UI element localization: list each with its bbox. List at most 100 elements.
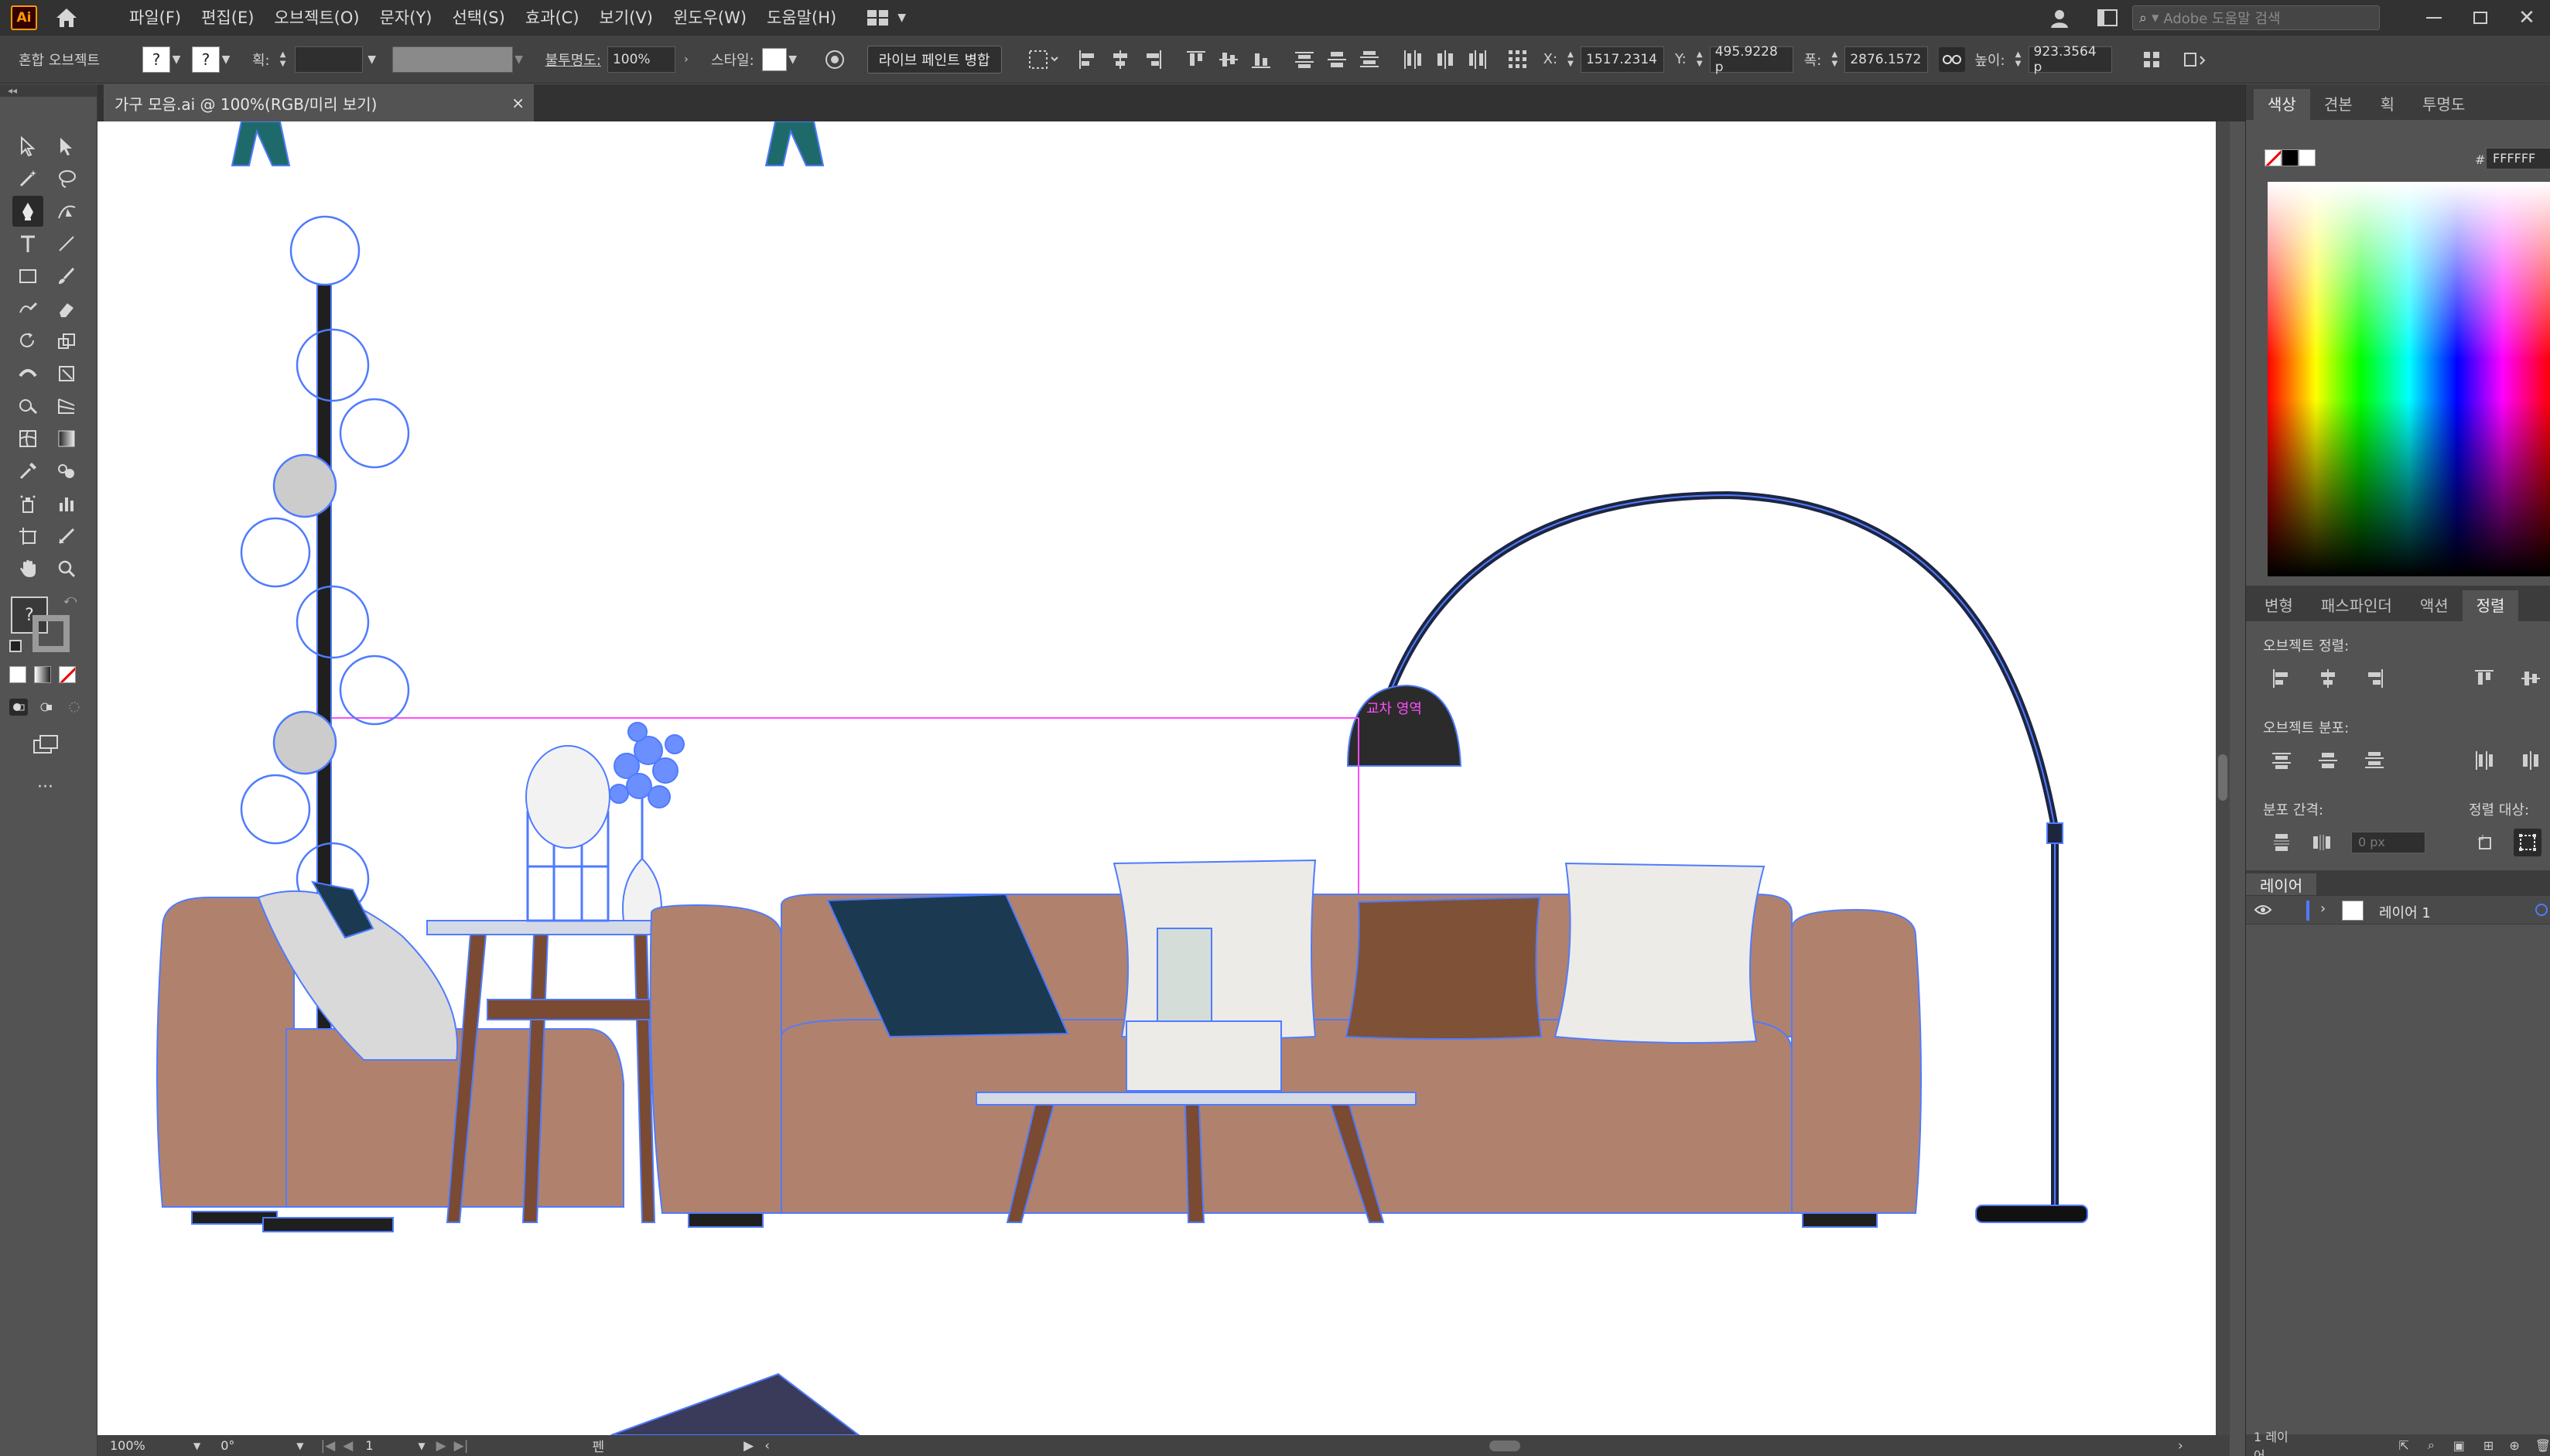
blend-tool-icon[interactable]: [51, 456, 82, 487]
opacity-field[interactable]: 100%: [607, 46, 675, 73]
help-search-box[interactable]: ⌕ ▼ Adobe 도움말 검색: [2132, 5, 2380, 30]
distribute-bottom-icon[interactable]: [1356, 46, 1383, 73]
zoom-field[interactable]: 100%: [105, 1436, 190, 1455]
stroke-stepper[interactable]: ▲ ▼: [276, 46, 290, 73]
menu-edit[interactable]: 편집(E): [191, 0, 264, 36]
x-stepper[interactable]: ▲ ▼: [1564, 46, 1578, 73]
export-icon[interactable]: ⇱: [2398, 1438, 2408, 1453]
layer-row[interactable]: › 레이어 1: [2246, 895, 2550, 925]
document-tab[interactable]: 가구 모음.ai @ 100%(RGB/미리 보기) ×: [104, 84, 534, 121]
live-paint-merge-button[interactable]: 라이브 페인트 병합: [867, 45, 1002, 73]
edit-toolbar-more[interactable]: ···: [37, 778, 53, 797]
distribute-horizontal-center-icon[interactable]: [1432, 46, 1458, 73]
panel-distribute-left-icon[interactable]: [2470, 747, 2498, 774]
recolor-artwork-icon[interactable]: [822, 47, 847, 72]
select-similar-icon[interactable]: [1028, 50, 1062, 70]
color-fill-icon[interactable]: [9, 666, 26, 683]
none-fill-icon[interactable]: [59, 666, 76, 683]
distribute-spacing-field[interactable]: 0 px: [2351, 832, 2425, 853]
pen-tool-icon[interactable]: [12, 196, 43, 227]
draw-inside-icon[interactable]: [65, 699, 84, 716]
layer-target-icon[interactable]: [2535, 904, 2548, 916]
distribute-vertical-center-icon[interactable]: [1324, 46, 1350, 73]
chevron-down-icon[interactable]: ▼: [418, 1441, 425, 1451]
menu-window[interactable]: 윈도우(W): [663, 0, 757, 36]
arrange-documents-icon[interactable]: [2092, 9, 2123, 27]
vertical-distribute-space-icon[interactable]: [2268, 829, 2295, 856]
align-to-selection-icon[interactable]: [2514, 829, 2541, 856]
new-sublayer-icon[interactable]: ⊞: [2483, 1438, 2494, 1453]
artboard[interactable]: 교차 영역: [97, 121, 2230, 1435]
direct-selection-tool-icon[interactable]: [51, 131, 82, 162]
distribute-left-icon[interactable]: [1400, 46, 1426, 73]
chevron-down-icon[interactable]: ▼: [366, 46, 378, 73]
distribute-right-icon[interactable]: [1465, 46, 1491, 73]
paintbrush-tool-icon[interactable]: [51, 261, 82, 292]
color-black-swatch[interactable]: [2282, 149, 2299, 166]
minimize-button[interactable]: [2411, 17, 2457, 19]
tab-transform[interactable]: 변형: [2251, 590, 2307, 621]
type-tool-icon[interactable]: [12, 228, 43, 259]
gradient-fill-icon[interactable]: [34, 666, 51, 683]
zoom-tool-icon[interactable]: [51, 553, 82, 584]
height-field[interactable]: 923.3564 p: [2028, 44, 2112, 75]
sofa[interactable]: [649, 859, 1922, 1228]
gradient-tool-icon[interactable]: [51, 423, 82, 454]
bottom-partial-shape[interactable]: [610, 1372, 860, 1435]
tab-swatches[interactable]: 견본: [2310, 89, 2367, 120]
align-vertical-center-icon[interactable]: [1215, 46, 1242, 73]
chevron-down-icon[interactable]: ▼: [296, 1441, 303, 1451]
eraser-tool-icon[interactable]: [51, 293, 82, 324]
menu-file[interactable]: 파일(F): [119, 0, 191, 36]
scale-tool-icon[interactable]: [51, 326, 82, 357]
close-tab-icon[interactable]: ×: [511, 94, 525, 112]
draw-behind-icon[interactable]: [37, 699, 56, 716]
hand-tool-icon[interactable]: [12, 553, 43, 584]
workspace-switcher[interactable]: ▼: [867, 9, 906, 26]
panel-distribute-bottom-icon[interactable]: [2360, 747, 2388, 774]
eyedropper-tool-icon[interactable]: [12, 456, 43, 487]
align-right-icon[interactable]: [1140, 46, 1166, 73]
chevron-down-icon[interactable]: ▼: [220, 46, 232, 73]
tab-transparency[interactable]: 투명도: [2408, 89, 2479, 120]
distribute-top-icon[interactable]: [1291, 46, 1318, 73]
y-stepper[interactable]: ▲ ▼: [1693, 46, 1707, 73]
x-field[interactable]: 1517.2314: [1581, 46, 1665, 73]
menu-help[interactable]: 도움말(H): [757, 0, 846, 36]
rotation-field[interactable]: 0°: [216, 1436, 294, 1455]
slice-tool-icon[interactable]: [51, 521, 82, 552]
panel-distribute-center-icon[interactable]: [2314, 747, 2342, 774]
lasso-tool-icon[interactable]: [51, 163, 82, 194]
tab-align[interactable]: 정렬: [2462, 590, 2519, 621]
align-horizontal-center-icon[interactable]: [1107, 46, 1133, 73]
tab-color[interactable]: 색상: [2254, 89, 2310, 120]
tab-actions[interactable]: 액션: [2406, 590, 2463, 621]
shaper-tool-icon[interactable]: [12, 293, 43, 324]
y-field[interactable]: 495.9228 p: [1709, 44, 1793, 75]
width-field[interactable]: 2876.1572: [1844, 46, 1929, 73]
locate-object-icon[interactable]: ⌕: [2428, 1437, 2435, 1453]
width-tool-icon[interactable]: [12, 358, 43, 389]
panel-align-middle-icon[interactable]: [2517, 665, 2545, 692]
align-to-key-object-icon[interactable]: [2472, 829, 2500, 856]
stroke-swatch[interactable]: ?: [192, 46, 220, 73]
rectangle-tool-icon[interactable]: [12, 261, 43, 292]
visibility-eye-icon[interactable]: [2254, 902, 2272, 921]
horizontal-scroll-thumb[interactable]: [1489, 1440, 1521, 1451]
panel-align-center-icon[interactable]: [2314, 665, 2342, 692]
selection-tool-icon[interactable]: [12, 131, 43, 162]
line-segment-tool-icon[interactable]: [51, 228, 82, 259]
fill-swatch[interactable]: ?: [142, 46, 170, 73]
scroll-left-icon[interactable]: ‹: [764, 1438, 770, 1454]
clipping-mask-icon[interactable]: ▣: [2453, 1438, 2465, 1453]
vertical-scrollbar[interactable]: [2216, 121, 2230, 1435]
perspective-grid-tool-icon[interactable]: [51, 391, 82, 422]
draw-normal-icon[interactable]: [9, 699, 28, 716]
stroke-color-swatch[interactable]: [32, 615, 70, 652]
panel-distribute-hcenter-icon[interactable]: [2517, 747, 2545, 774]
symbol-sprayer-tool-icon[interactable]: [12, 488, 43, 519]
hex-color-field[interactable]: FFFFFF: [2486, 148, 2550, 169]
menu-select[interactable]: 선택(S): [442, 0, 514, 36]
vertical-scroll-thumb[interactable]: [2218, 754, 2227, 801]
panel-align-right-icon[interactable]: [2360, 665, 2388, 692]
